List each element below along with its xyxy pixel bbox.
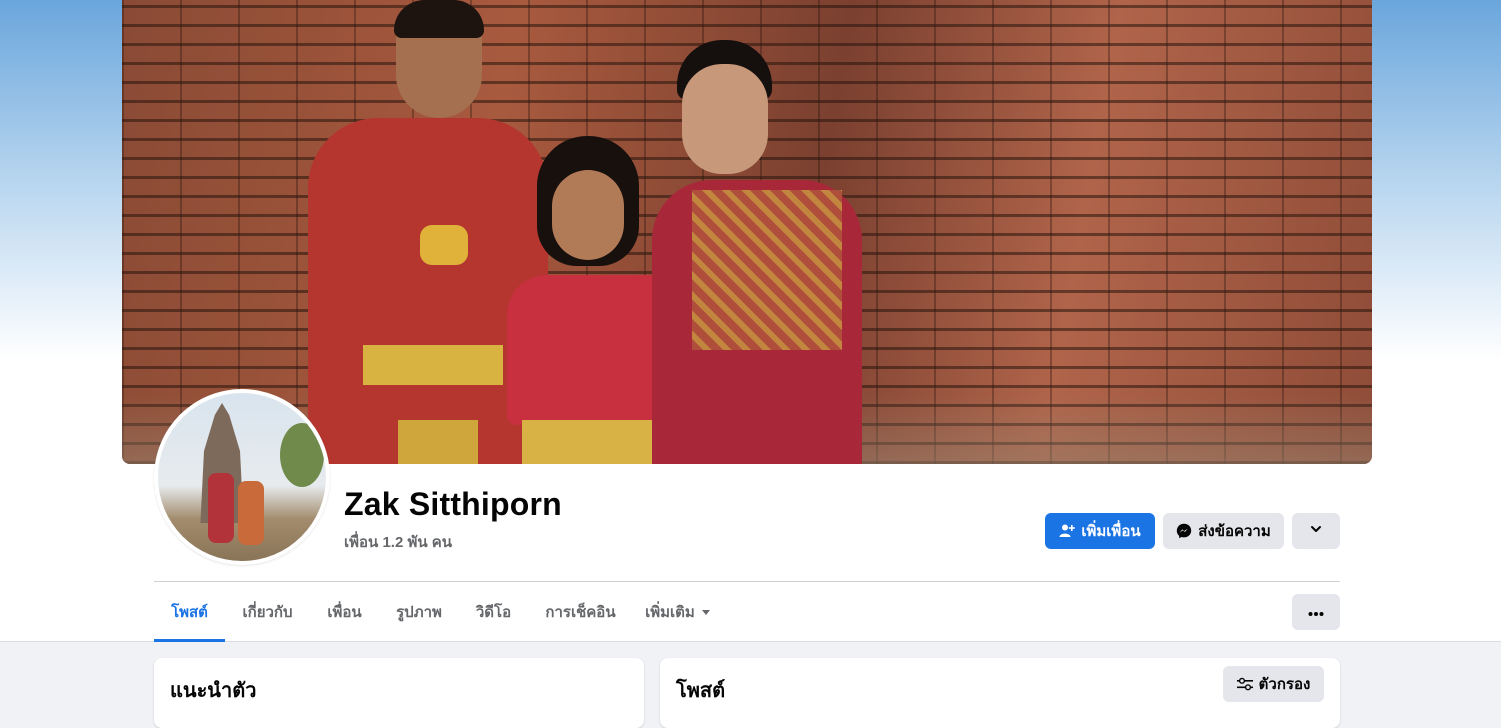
tab-friends[interactable]: เพื่อน <box>310 582 379 642</box>
caret-down-icon <box>701 607 711 617</box>
filter-button[interactable]: ตัวกรอง <box>1223 666 1324 702</box>
avatar-photo <box>158 393 326 561</box>
message-button[interactable]: ส่งข้อความ <box>1163 513 1284 549</box>
tab-photos[interactable]: รูปภาพ <box>379 582 459 642</box>
messenger-icon <box>1176 523 1192 539</box>
more-horizontal-icon <box>1308 604 1324 621</box>
tab-more-label: เพิ่มเติม <box>645 604 695 621</box>
filter-sliders-icon <box>1236 677 1253 691</box>
tab-posts[interactable]: โพสต์ <box>154 582 225 642</box>
profile-name: Zak Sitthiporn <box>344 486 562 522</box>
tabs-more-options-button[interactable] <box>1292 594 1340 630</box>
tab-checkins-label: การเช็คอิน <box>545 604 616 621</box>
intro-card: แนะนำตัว <box>154 658 644 728</box>
friends-count[interactable]: เพื่อน 1.2 พัน คน <box>344 530 452 554</box>
tab-friends-label: เพื่อน <box>327 604 362 621</box>
profile-options-button[interactable] <box>1292 513 1340 549</box>
tab-videos-label: วิดีโอ <box>475 604 512 621</box>
profile-avatar[interactable] <box>154 389 330 565</box>
posts-card: โพสต์ ตัวกรอง <box>660 658 1340 728</box>
cover-photo[interactable] <box>122 0 1372 464</box>
tab-about-label: เกี่ยวกับ <box>242 604 293 621</box>
posts-title: โพสต์ <box>676 680 726 702</box>
add-friend-button[interactable]: เพิ่มเพื่อน <box>1045 513 1155 549</box>
person-plus-icon <box>1059 523 1076 539</box>
intro-title: แนะนำตัว <box>170 680 257 702</box>
cover-person-woman <box>652 40 882 464</box>
tab-about[interactable]: เกี่ยวกับ <box>225 582 310 642</box>
filter-label: ตัวกรอง <box>1258 676 1311 693</box>
add-friend-label: เพิ่มเพื่อน <box>1081 523 1141 540</box>
tab-more[interactable]: เพิ่มเติม <box>633 582 723 642</box>
tab-videos[interactable]: วิดีโอ <box>459 582 528 642</box>
tab-checkins[interactable]: การเช็คอิน <box>528 582 633 642</box>
chevron-down-icon <box>1309 522 1323 540</box>
tab-photos-label: รูปภาพ <box>396 604 442 621</box>
tab-posts-label: โพสต์ <box>171 604 208 621</box>
message-label: ส่งข้อความ <box>1198 523 1271 540</box>
